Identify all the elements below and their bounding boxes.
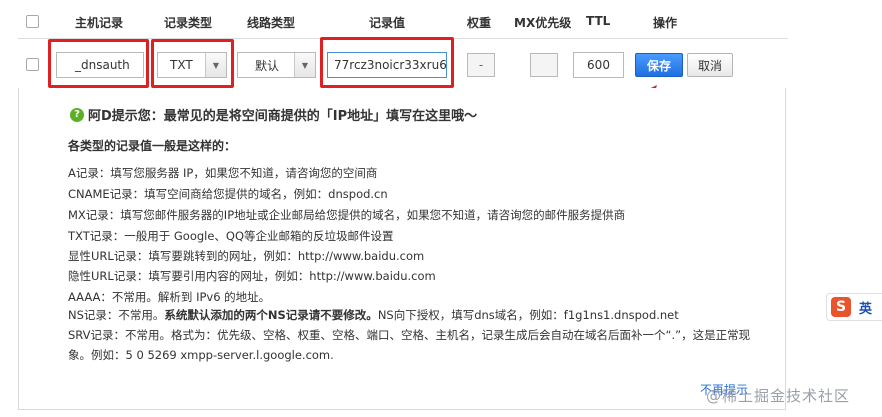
record-types-title: 各类型的记录值一般是这样的：: [68, 139, 237, 153]
help-line-cname: CNAME记录：填写空间商给您提供的域名，例如：dnspod.cn: [68, 187, 388, 201]
help-line-mx: MX记录：填写您邮件服务器的IP地址或企业邮局给您提供的域名，如果您不知道，请咨…: [68, 208, 626, 222]
ns-suffix: NS向下授权，填写dns域名，例如：f1g1ns1.dnspod.net: [377, 308, 679, 322]
ime-language-label: 英: [859, 301, 873, 317]
help-line-txt: TXT记录：一般用于 Google、QQ等企业邮箱的反垃圾邮件设置: [68, 229, 394, 243]
tip-title-text: 阿D提示您：最常见的是将空间商提供的「IP地址」填写在这里哦～: [88, 109, 478, 124]
cancel-button[interactable]: 取消: [687, 53, 733, 77]
weight-input[interactable]: -: [467, 53, 495, 77]
header-mx: MX优先级: [514, 16, 572, 30]
save-button[interactable]: 保存: [635, 53, 683, 77]
header-host: 主机记录: [75, 16, 124, 30]
row-checkbox[interactable]: [26, 58, 39, 71]
help-line-ns: NS记录：不常用。系统默认添加的两个NS记录请不要修改。NS向下授权，填写dns…: [68, 307, 679, 323]
header-weight: 权重: [467, 16, 492, 30]
type-select-value: TXT: [170, 58, 193, 72]
ime-indicator[interactable]: S 英: [826, 293, 882, 321]
sogou-logo-icon: S: [831, 297, 851, 317]
help-line-hidden-url: 隐性URL记录：填写要引用内容的网址，例如：http://www.baidu.c…: [68, 269, 436, 283]
help-line-url: 显性URL记录：填写要跳转到的网址，例如：http://www.baidu.co…: [68, 249, 425, 263]
header-ttl: TTL: [586, 14, 611, 28]
header-value: 记录值: [369, 16, 406, 30]
line-select[interactable]: 默认 ▼: [237, 52, 316, 78]
tip-title: ? 阿D提示您：最常见的是将空间商提供的「IP地址」填写在这里哦～: [70, 105, 477, 124]
question-icon: ?: [70, 107, 84, 122]
line-select-value: 默认: [255, 58, 280, 73]
header-type: 记录类型: [164, 16, 213, 30]
help-line-aaaa: AAAA：不常用。解析到 IPv6 的地址。: [68, 290, 271, 304]
header-ops: 操作: [653, 16, 678, 30]
select-all-checkbox[interactable]: [26, 15, 39, 28]
header-line: 线路类型: [247, 16, 296, 30]
ns-prefix: NS记录：不常用。: [68, 308, 165, 322]
mx-input[interactable]: [530, 53, 558, 77]
watermark: @稀土掘金技术社区: [706, 387, 851, 405]
help-line-srv: SRV记录：不常用。格式为：优先级、空格、权重、空格、端口、空格、主机名，记录生…: [68, 328, 751, 342]
help-line-srv-example: 象。例如：5 0 5269 xmpp-server.l.google.com.: [68, 348, 334, 362]
ns-warning: 系统默认添加的两个NS记录请不要修改。: [164, 308, 378, 322]
help-line-a: A记录：填写您服务器 IP，如果您不知道，请咨询您的空间商: [68, 166, 378, 180]
host-input[interactable]: _dnsauth: [56, 52, 144, 78]
chevron-down-icon[interactable]: ▼: [205, 53, 226, 77]
chevron-down-icon[interactable]: ▼: [294, 53, 315, 77]
type-select[interactable]: TXT ▼: [157, 52, 227, 78]
value-input[interactable]: 77rcz3noicr33xru6rc: [327, 52, 447, 78]
